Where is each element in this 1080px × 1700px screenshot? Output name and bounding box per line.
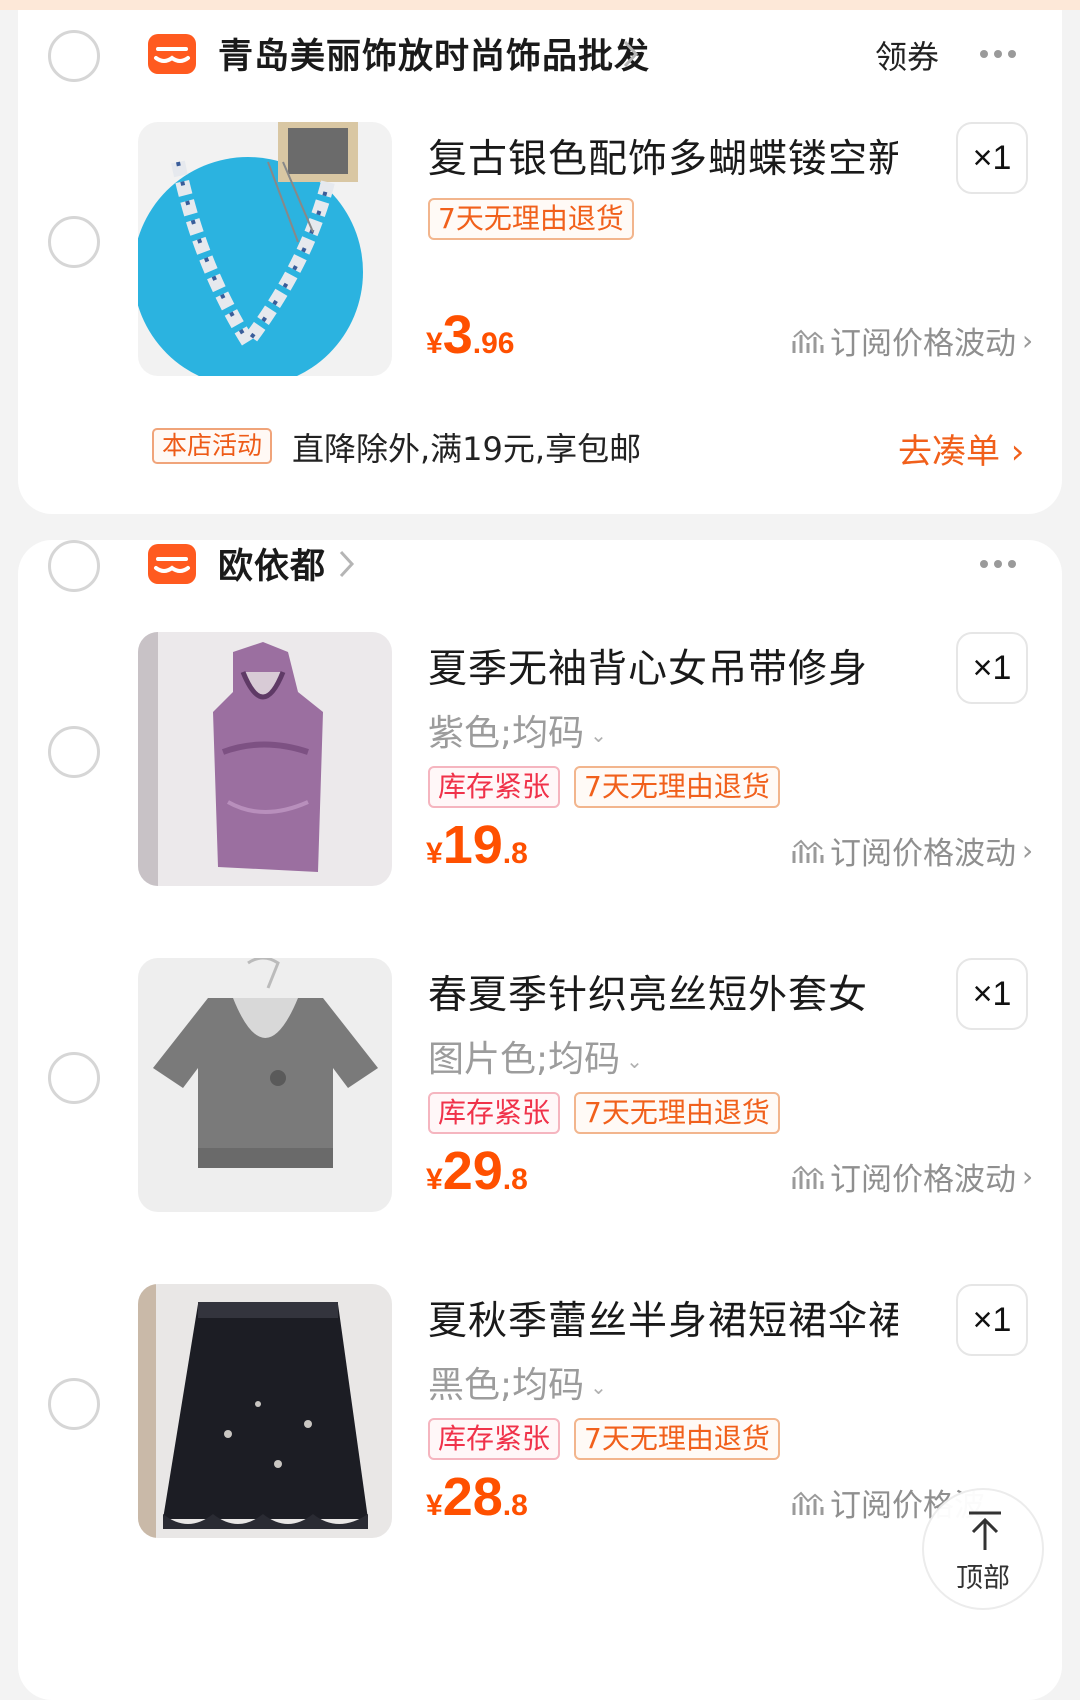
low-stock-tag: 库存紧张 xyxy=(428,1092,561,1134)
promo-text: 直降除外,满19元,享包邮 xyxy=(292,430,642,468)
back-to-top-button[interactable]: 顶部 xyxy=(922,1488,1044,1610)
shop-icon xyxy=(148,544,196,584)
shop-header[interactable]: 青岛美丽饰放时尚饰品批发 领券 xyxy=(18,10,1062,100)
price-trend-icon xyxy=(792,839,824,863)
chevron-right-icon: › xyxy=(1022,1160,1034,1193)
subscribe-price-button[interactable]: 订阅价格波动 › xyxy=(792,318,1033,363)
return-policy-tag: 7天无理由退货 xyxy=(428,198,634,240)
shop-card-1: 青岛美丽饰放时尚饰品批发 领券 复古银色配饰多蝴蝶镂空新 ×1 7天无理由退货 … xyxy=(18,10,1062,514)
item-select-radio[interactable] xyxy=(48,726,100,778)
chevron-down-icon: ⌄ xyxy=(590,1375,607,1399)
item-tags: 7天无理由退货 xyxy=(428,198,634,240)
chevron-down-icon: ⌄ xyxy=(590,723,607,747)
quantity-selector[interactable]: ×1 xyxy=(956,122,1028,194)
shop-select-radio[interactable] xyxy=(48,30,100,82)
shop-header[interactable]: 欧依都 xyxy=(18,540,1062,630)
item-title[interactable]: 夏季无袖背心女吊带修身 xyxy=(428,638,898,694)
subscribe-label: 订阅价格波动 xyxy=(830,1162,1016,1198)
chevron-right-icon xyxy=(623,40,639,68)
return-policy-tag: 7天无理由退货 xyxy=(574,1092,780,1134)
item-select-radio[interactable] xyxy=(48,1052,100,1104)
shop-name[interactable]: 欧依都 xyxy=(218,538,326,589)
return-policy-tag: 7天无理由退货 xyxy=(574,1418,780,1460)
subscribe-label: 订阅价格波动 xyxy=(830,326,1016,362)
shop-card-2: 欧依都 夏季无袖背心女吊带修身 ×1 紫色;均码⌄ 库存紧张 7天无理由退货 xyxy=(18,540,1062,1700)
product-image-grey-cardigan[interactable] xyxy=(138,958,392,1212)
subscribe-price-button[interactable]: 订阅价格波动 › xyxy=(792,828,1033,873)
sku-selector[interactable]: 图片色;均码 ⌄ xyxy=(428,1030,643,1082)
item-title[interactable]: 复古银色配饰多蝴蝶镂空新 xyxy=(428,128,898,184)
subscribe-label: 订阅价格波动 xyxy=(830,836,1016,872)
item-select-radio[interactable] xyxy=(48,216,100,268)
product-image-purple-top[interactable] xyxy=(138,632,392,886)
more-dots-icon[interactable] xyxy=(980,50,1020,60)
promo-row: 本店活动 直降除外,满19元,享包邮 去凑单 › xyxy=(18,418,1062,478)
sku-selector[interactable]: 黑色;均码 ⌄ xyxy=(428,1356,607,1408)
low-stock-tag: 库存紧张 xyxy=(428,766,561,808)
chevron-right-icon: › xyxy=(1022,324,1034,357)
cart-item: 夏秋季蕾丝半身裙短裙伞裙 ×1 黑色;均码 ⌄ 库存紧张 7天无理由退货 ¥28.… xyxy=(18,1284,1062,1544)
item-price: ¥28.8 xyxy=(426,1467,528,1527)
item-select-radio[interactable] xyxy=(48,1378,100,1430)
price-trend-icon xyxy=(792,1165,824,1189)
product-image-necklace[interactable] xyxy=(138,122,392,376)
price-trend-icon xyxy=(792,1491,824,1515)
chevron-down-icon: ⌄ xyxy=(626,1049,643,1073)
top-strip xyxy=(0,0,1080,10)
return-policy-tag: 7天无理由退货 xyxy=(574,766,780,808)
quantity-selector[interactable]: ×1 xyxy=(956,1284,1028,1356)
back-to-top-label: 顶部 xyxy=(956,1563,1010,1594)
arrow-up-icon xyxy=(969,1511,1001,1550)
coupon-button[interactable]: 领券 xyxy=(875,32,939,78)
quantity-selector[interactable]: ×1 xyxy=(956,958,1028,1030)
shop-icon xyxy=(148,34,196,74)
shop-name[interactable]: 青岛美丽饰放时尚饰品批发 xyxy=(218,28,650,79)
cart-item: 春夏季针织亮丝短外套女 ×1 图片色;均码 ⌄ 库存紧张 7天无理由退货 ¥29.… xyxy=(18,958,1062,1218)
subscribe-price-button[interactable]: 订阅价格波动 › xyxy=(792,1154,1033,1199)
item-tags: 库存紧张 7天无理由退货 xyxy=(428,1092,780,1134)
item-price: ¥3.96 xyxy=(426,305,515,365)
item-tags: 库存紧张 7天无理由退货 xyxy=(428,1418,780,1460)
sku-selector[interactable]: 紫色;均码 ⌄ xyxy=(428,704,607,756)
product-image-black-skirt[interactable] xyxy=(138,1284,392,1538)
cart-item: 夏季无袖背心女吊带修身 ×1 紫色;均码 ⌄ 库存紧张 7天无理由退货 ¥19.8… xyxy=(18,632,1062,892)
cart-item: 复古银色配饰多蝴蝶镂空新 ×1 7天无理由退货 ¥3.96 订阅价格波动 › xyxy=(18,122,1062,382)
item-title[interactable]: 夏秋季蕾丝半身裙短裙伞裙 xyxy=(428,1290,898,1346)
go-bundle-button[interactable]: 去凑单 › xyxy=(898,424,1024,473)
chevron-right-icon xyxy=(339,550,355,578)
promo-tag: 本店活动 xyxy=(152,428,273,464)
item-price: ¥19.8 xyxy=(426,815,528,875)
shop-select-radio[interactable] xyxy=(48,540,100,592)
item-title[interactable]: 春夏季针织亮丝短外套女 xyxy=(428,964,898,1020)
low-stock-tag: 库存紧张 xyxy=(428,1418,561,1460)
price-trend-icon xyxy=(792,329,824,353)
chevron-right-icon: › xyxy=(1022,834,1034,867)
item-tags: 库存紧张 7天无理由退货 xyxy=(428,766,780,808)
more-dots-icon[interactable] xyxy=(980,560,1020,570)
quantity-selector[interactable]: ×1 xyxy=(956,632,1028,704)
item-price: ¥29.8 xyxy=(426,1141,528,1201)
